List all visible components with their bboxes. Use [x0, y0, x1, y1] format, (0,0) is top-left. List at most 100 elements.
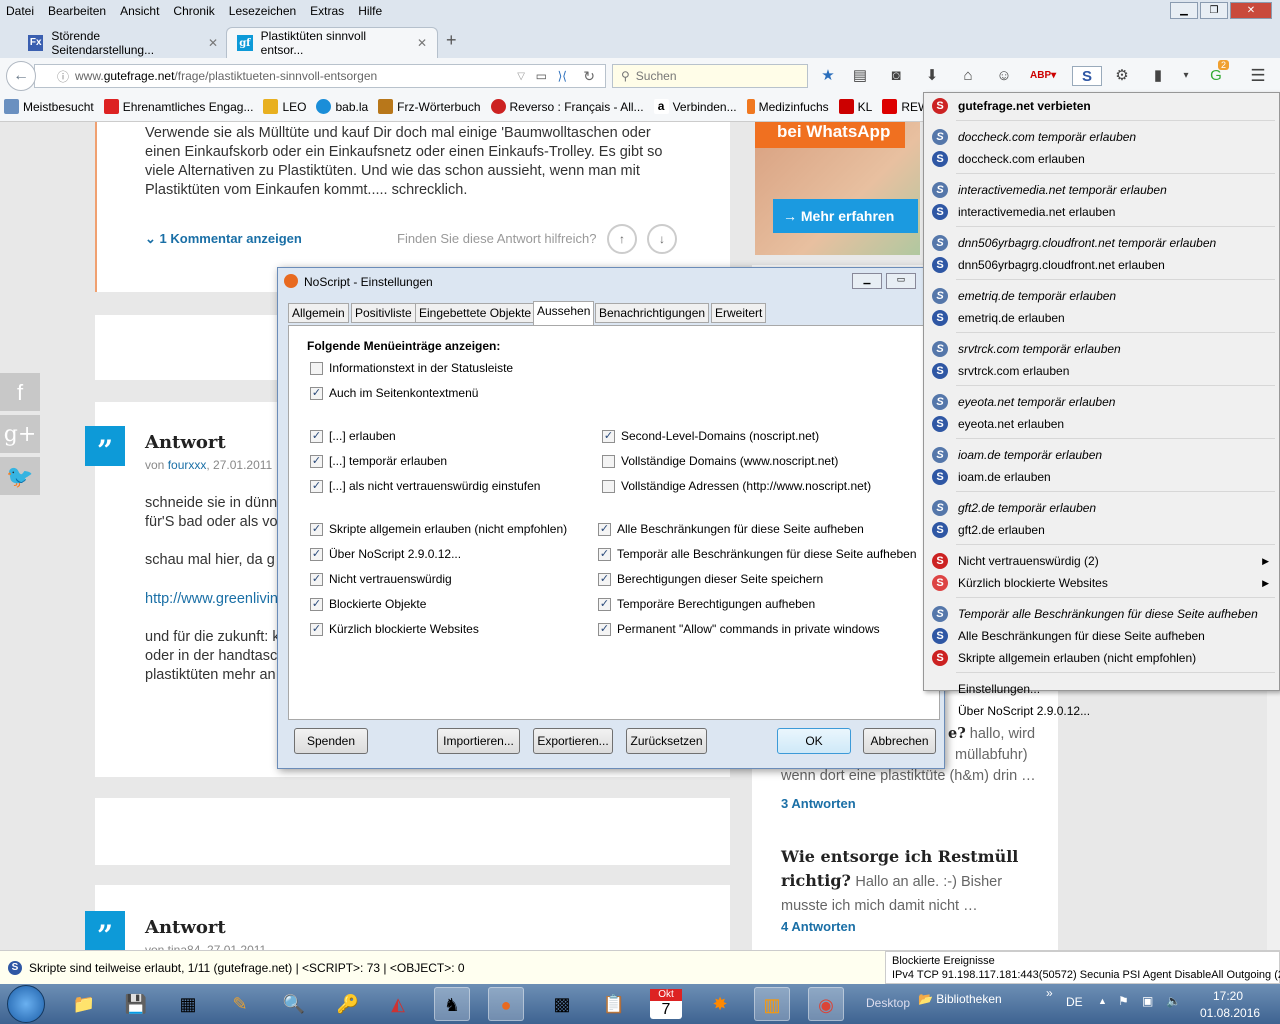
menu-temp-allow-domain[interactable]: Seyeota.net temporär erlauben: [924, 391, 1279, 413]
checkbox-checked-icon[interactable]: ✓: [310, 479, 323, 493]
ok-button[interactable]: OK: [777, 728, 851, 754]
notes-icon[interactable]: ✎: [222, 987, 258, 1021]
bookmark-kl[interactable]: KL: [838, 99, 872, 114]
menu-allow-all[interactable]: S Alle Beschränkungen für diese Seite auf…: [924, 625, 1279, 647]
related-q1-answers-link[interactable]: 3 Antworten: [781, 796, 856, 811]
menu-allow-domain[interactable]: Sgft2.de erlauben: [924, 519, 1279, 541]
grid-app-icon[interactable]: ▩: [544, 987, 580, 1021]
ad-button[interactable]: → Mehr erfahren: [773, 199, 918, 233]
pocket-icon[interactable]: ◙: [886, 66, 906, 86]
clipboard-icon[interactable]: ▮: [1148, 66, 1168, 86]
libraries-toolbar[interactable]: 📂 Bibliotheken: [918, 992, 1002, 1006]
twitter-share-button[interactable]: 🐦: [0, 457, 40, 497]
key-icon[interactable]: 🔑: [330, 987, 366, 1021]
menu-temp-allow-domain[interactable]: Sdoccheck.com temporär erlauben: [924, 126, 1279, 148]
menu-chronik[interactable]: Chronik: [173, 4, 214, 18]
option-checkbox[interactable]: Vollständige Domains (www.noscript.net): [602, 454, 838, 468]
avast-icon[interactable]: ✸: [702, 987, 738, 1021]
app-icon[interactable]: ◭: [380, 987, 416, 1021]
tab-plastiktueten[interactable]: gf Plastiktüten sinnvoll entsor... ✕: [226, 27, 438, 58]
option-checkbox[interactable]: ✓ [...] erlauben: [310, 429, 396, 443]
checkbox-checked-icon[interactable]: ✓: [310, 622, 323, 636]
menu-allow-domain[interactable]: Sioam.de erlauben: [924, 466, 1279, 488]
menu-bearbeiten[interactable]: Bearbeiten: [48, 4, 106, 18]
bookmark-meistbesucht[interactable]: Meistbesucht: [4, 99, 94, 114]
option-checkbox[interactable]: Vollständige Adressen (http://www.noscri…: [602, 479, 871, 493]
menu-temp-allow-all[interactable]: S Temporär alle Beschränkungen für diese …: [924, 603, 1279, 625]
dialog-minimize-button[interactable]: ▁: [852, 273, 882, 289]
checkbox-checked-icon[interactable]: ✓: [310, 386, 323, 400]
bookmarks-list-icon[interactable]: ▤: [850, 66, 870, 86]
menu-allow-domain[interactable]: Sdoccheck.com erlauben: [924, 148, 1279, 170]
menu-lesezeichen[interactable]: Lesezeichen: [229, 4, 296, 18]
adblock-icon[interactable]: ABP▾: [1030, 66, 1056, 86]
bookmark-amazon[interactable]: a Verbinden...: [653, 99, 737, 114]
export-button[interactable]: Exportieren...: [533, 728, 613, 754]
menu-allow-globally[interactable]: S Skripte allgemein erlauben (nicht empfo…: [924, 647, 1279, 669]
checkbox-checked-icon[interactable]: ✓: [310, 597, 323, 611]
minimize-button[interactable]: ▁: [1170, 2, 1198, 19]
menu-allow-domain[interactable]: Seyeota.net erlauben: [924, 413, 1279, 435]
split-icon[interactable]: ⟩⟨: [558, 69, 567, 83]
close-tab-icon[interactable]: ✕: [417, 36, 427, 50]
menu-temp-allow-domain[interactable]: Semetriq.de temporär erlauben: [924, 285, 1279, 307]
history-dropdown-icon[interactable]: ▽: [517, 71, 525, 82]
menu-allow-domain[interactable]: Semetriq.de erlauben: [924, 307, 1279, 329]
bookmark-ehrenamt[interactable]: Ehrenamtliches Engag...: [103, 99, 253, 114]
reset-button[interactable]: Zurücksetzen: [626, 728, 707, 754]
menu-untrusted[interactable]: S Nicht vertrauenswürdig (2) ▶: [924, 550, 1279, 572]
bookmark-frz[interactable]: Frz-Wörterbuch: [378, 99, 481, 114]
bookmark-medizinfuchs[interactable]: Medizinfuchs: [746, 99, 829, 114]
option-checkbox[interactable]: ✓ [...] als nicht vertrauenswürdig einstu…: [310, 479, 540, 493]
menu-ansicht[interactable]: Ansicht: [120, 4, 159, 18]
related-q2-answers-link[interactable]: 4 Antworten: [781, 919, 856, 934]
menu-hilfe[interactable]: Hilfe: [358, 4, 382, 18]
search-input[interactable]: ⚲ Suchen: [612, 64, 808, 88]
bookmark-babla[interactable]: bab.la: [316, 99, 368, 114]
menu-extras[interactable]: Extras: [310, 4, 344, 18]
tab-eingebettete-objekte[interactable]: Eingebettete Objekte: [415, 303, 536, 323]
option-checkbox[interactable]: ✓ [...] temporär erlauben: [310, 454, 447, 468]
language-indicator[interactable]: DE: [1066, 995, 1083, 1009]
hamburger-menu-icon[interactable]: ☰: [1248, 66, 1268, 86]
start-button[interactable]: [7, 985, 45, 1023]
checkbox-checked-icon[interactable]: ✓: [310, 572, 323, 586]
winrar-icon[interactable]: ▥: [754, 987, 790, 1021]
checkbox-checked-icon[interactable]: ✓: [310, 429, 323, 443]
greenliving-link[interactable]: http://www.greenlivin: [145, 590, 278, 609]
tab-erweitert[interactable]: Erweitert: [711, 303, 767, 323]
option-checkbox[interactable]: Informationstext in der Statusleiste: [310, 361, 513, 375]
related-q2[interactable]: Wie entsorge ich Restmüll richtig? Hallo…: [781, 845, 1051, 918]
dialog-title-bar[interactable]: NoScript - Einstellungen ▁ ▭: [278, 268, 944, 296]
close-button[interactable]: ✕: [1230, 2, 1272, 19]
checkbox-unchecked-icon[interactable]: [310, 361, 323, 375]
new-tab-button[interactable]: +: [446, 30, 457, 51]
googleplus-share-button[interactable]: g+: [0, 415, 40, 455]
menu-temp-allow-domain[interactable]: Sioam.de temporär erlauben: [924, 444, 1279, 466]
maximize-button[interactable]: ❐: [1200, 2, 1228, 19]
extension-icon[interactable]: ⚙: [1112, 66, 1132, 86]
reload-icon[interactable]: ↻: [583, 68, 595, 85]
tab-aussehen[interactable]: Aussehen: [533, 301, 595, 325]
checkbox-checked-icon[interactable]: ✓: [598, 622, 611, 636]
reader-view-icon[interactable]: ▭: [536, 69, 547, 83]
option-checkbox[interactable]: ✓ Blockierte Objekte: [310, 597, 426, 611]
dialog-maximize-button[interactable]: ▭: [886, 273, 916, 289]
menu-temp-allow-domain[interactable]: Sdnn506yrbagrg.cloudfront.net temporär e…: [924, 232, 1279, 254]
clock-time[interactable]: 17:20: [1213, 989, 1243, 1003]
checkbox-checked-icon[interactable]: ✓: [310, 454, 323, 468]
option-checkbox[interactable]: ✓ Temporäre Berechtigungen aufheben: [598, 597, 815, 611]
chat-icon[interactable]: ☺: [994, 66, 1014, 86]
menu-allow-domain[interactable]: Sinteractivemedia.net erlauben: [924, 201, 1279, 223]
author-link[interactable]: fourxxx: [168, 458, 207, 472]
chrome-icon[interactable]: ◉: [808, 987, 844, 1021]
menu-allow-domain[interactable]: Ssrvtrck.com erlauben: [924, 360, 1279, 382]
action-center-flag-icon[interactable]: ⚑: [1118, 994, 1129, 1008]
option-checkbox[interactable]: ✓ Über NoScript 2.9.0.12...: [310, 547, 461, 561]
explorer-icon[interactable]: 📁: [66, 987, 102, 1021]
cancel-button[interactable]: Abbrechen: [863, 728, 936, 754]
checkbox-checked-icon[interactable]: ✓: [598, 547, 611, 561]
checkbox-checked-icon[interactable]: ✓: [598, 597, 611, 611]
save-icon[interactable]: 💾: [118, 987, 154, 1021]
related-q1-line[interactable]: e? hallo, wird: [948, 725, 1035, 742]
